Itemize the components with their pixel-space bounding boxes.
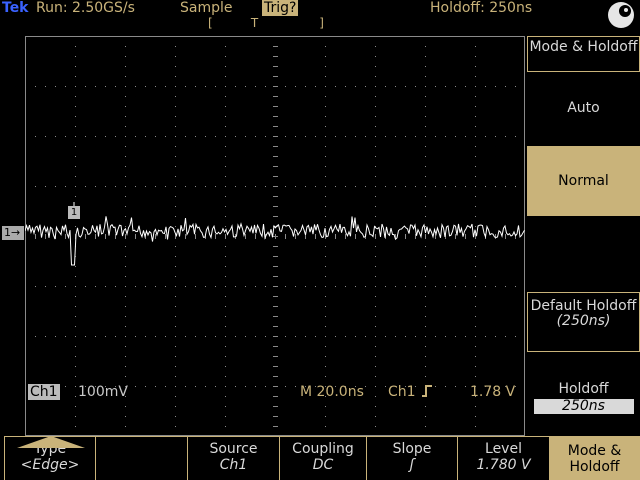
coupling-button[interactable]: Coupling DC: [279, 436, 366, 480]
bottom-menu: Type <Edge> Source Ch1 Coupling DC Slope…: [0, 436, 640, 480]
timebase-readout: M 20.0ns: [300, 384, 364, 400]
coupling-label: Coupling: [292, 441, 354, 457]
level-button[interactable]: Level 1.780 V: [457, 436, 549, 480]
mode-auto-button[interactable]: Auto: [527, 98, 640, 118]
coupling-value: DC: [312, 457, 334, 473]
channel-1-ground-marker: 1→: [2, 226, 24, 240]
waveform-trace: [25, 216, 525, 266]
general-purpose-knob-icon: [608, 2, 634, 28]
level-value: 1.780 V: [476, 457, 531, 473]
readout-line: Ch1 100mV M 20.0ns Ch1 1.78 V: [0, 384, 525, 402]
trigger-position-indicator: [ T ]: [208, 16, 324, 30]
default-holdoff-value: (250ns): [556, 313, 611, 329]
trigger-level-readout: 1.78 V: [470, 384, 516, 400]
holdoff-label: Holdoff: [558, 381, 609, 397]
level-label: Level: [485, 441, 522, 457]
volts-per-div: 100mV: [78, 384, 128, 400]
slope-label: Slope: [392, 441, 432, 457]
channel-label: Ch1: [28, 384, 60, 400]
type-button[interactable]: Type <Edge>: [4, 436, 95, 480]
empty-menu-button[interactable]: [95, 436, 187, 480]
source-value: Ch1: [219, 457, 248, 473]
default-holdoff-button[interactable]: Default Holdoff (250ns): [527, 292, 640, 352]
mode-holdoff-button[interactable]: Mode & Holdoff: [549, 436, 640, 480]
side-menu: Mode & Holdoff Auto Normal Default Holdo…: [527, 36, 640, 436]
holdoff-button[interactable]: Holdoff 250ns: [527, 382, 640, 414]
trigger-status-badge: Trig?: [262, 0, 299, 16]
holdoff-value: 250ns: [533, 399, 634, 414]
run-status: Run: 2.50GS/s: [36, 0, 135, 16]
holdoff-readout: Holdoff: 250ns: [430, 0, 533, 16]
type-value: <Edge>: [20, 457, 80, 473]
brand-logo: Tek: [2, 0, 29, 16]
mode-normal-button[interactable]: Normal: [527, 146, 640, 216]
slope-button[interactable]: Slope ʃ: [366, 436, 457, 480]
menu-up-arrow-icon: [17, 436, 85, 448]
trigger-source-readout: Ch1: [388, 384, 434, 400]
default-holdoff-label: Default Holdoff: [530, 298, 637, 314]
slope-value: ʃ: [409, 457, 415, 473]
rising-edge-icon: [422, 385, 433, 397]
trigger-point-marker: 1: [68, 206, 80, 219]
acquisition-mode: Sample: [180, 0, 233, 16]
side-menu-title: Mode & Holdoff: [527, 36, 640, 72]
source-label: Source: [209, 441, 258, 457]
waveform-graticule: [25, 36, 525, 436]
source-button[interactable]: Source Ch1: [187, 436, 279, 480]
